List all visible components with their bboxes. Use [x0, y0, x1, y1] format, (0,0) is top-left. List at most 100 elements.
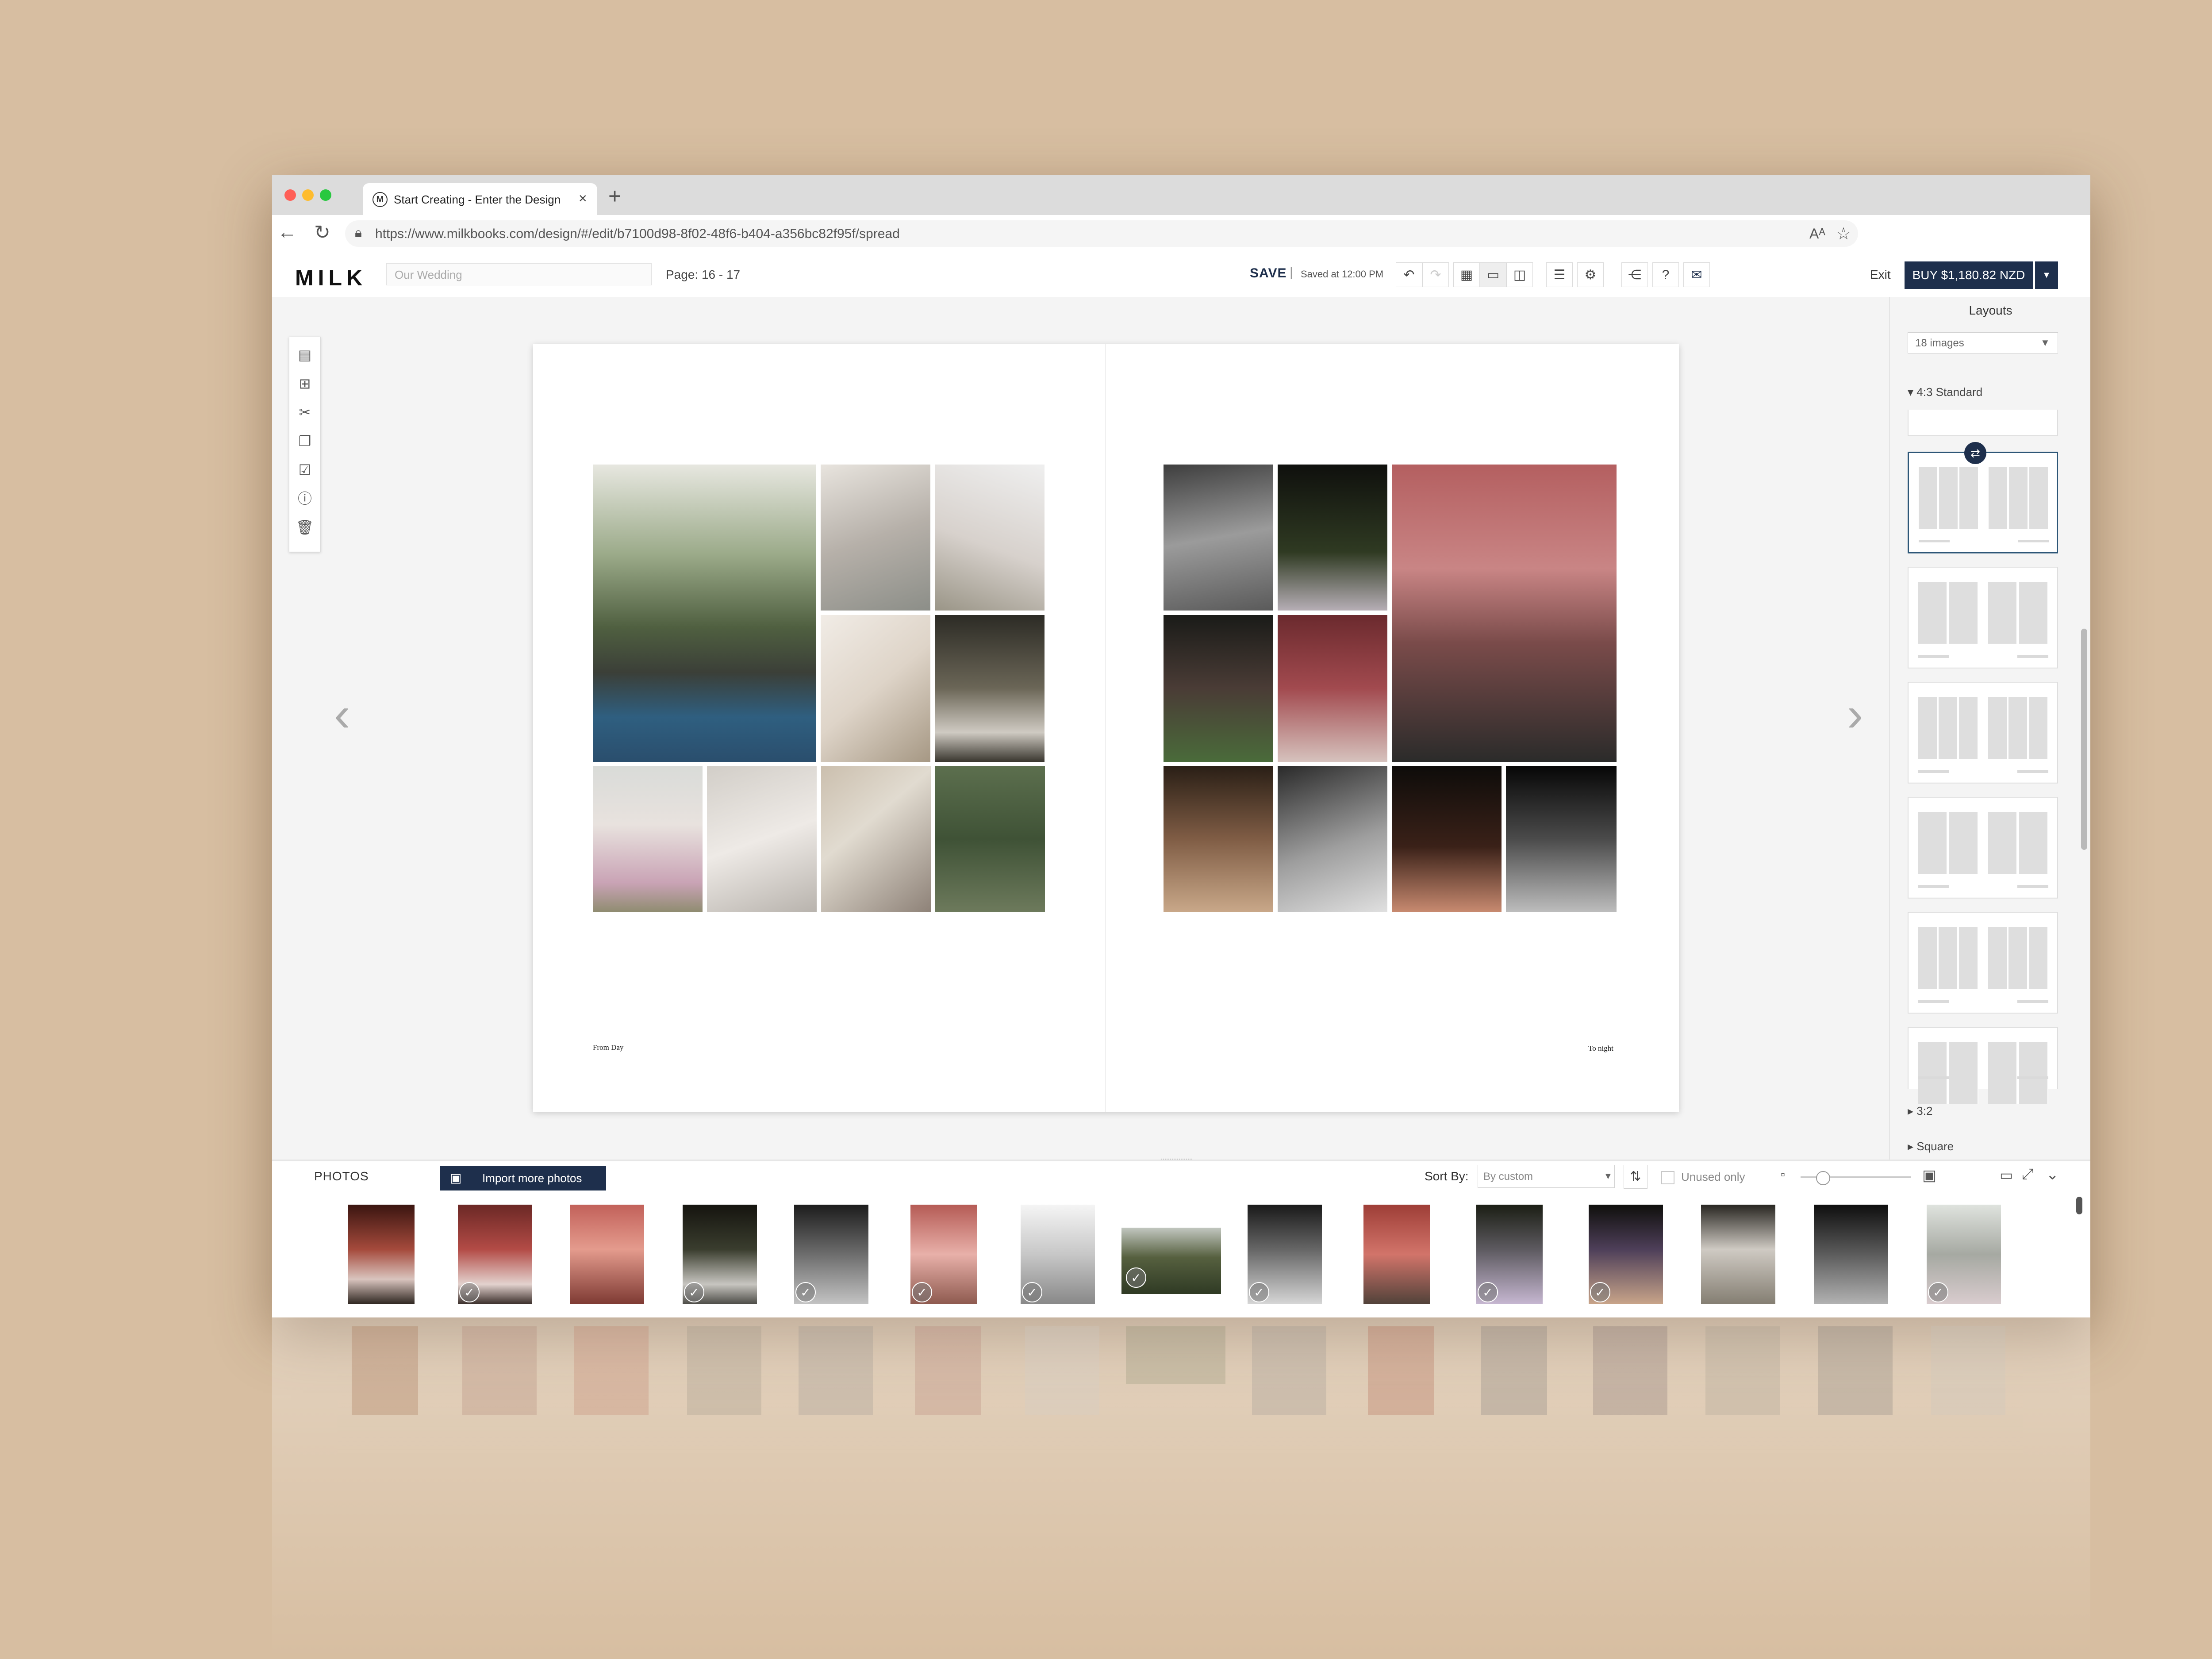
back-arrow-icon[interactable]: ← [277, 221, 297, 243]
photo-venue-night[interactable] [1392, 766, 1502, 912]
redo-icon[interactable]: ↷ [1422, 262, 1449, 287]
photo-thumbnail[interactable] [348, 1205, 415, 1304]
buy-dropdown-chevron-down-icon[interactable]: ▼ [2035, 261, 2058, 289]
book-title-input[interactable]: Our Wedding [386, 263, 652, 285]
photo-couple-seated[interactable] [1278, 615, 1387, 762]
minimize-window-button[interactable] [302, 189, 314, 201]
save-button[interactable]: SAVE [1250, 266, 1286, 281]
info-icon[interactable]: ⓘ [289, 485, 320, 512]
caption-right-page[interactable]: To night [1588, 1044, 1613, 1053]
tray-scrollbar[interactable] [2076, 1197, 2082, 1214]
photo-reception-guests[interactable] [1164, 766, 1273, 912]
layout-thumb[interactable] [1908, 797, 2058, 899]
photo-thumbnail[interactable] [1363, 1205, 1430, 1304]
image-count-select[interactable]: 18 images [1908, 332, 2058, 353]
buy-button[interactable]: BUY $1,180.82 NZD [1905, 261, 2033, 289]
browser-tab[interactable]: M Start Creating - Enter the Design × [363, 183, 597, 215]
photo-bride-bw[interactable] [1164, 465, 1273, 611]
photo-couple-dance-bw[interactable] [1506, 766, 1617, 912]
import-photos-button[interactable]: ▣ Import more photos [440, 1166, 606, 1190]
add-photo-frame-icon[interactable]: ⊞ [289, 370, 320, 397]
layouts-scrollbar[interactable] [2081, 629, 2087, 850]
photo-thumbnail[interactable] [1814, 1205, 1888, 1304]
close-tab-icon[interactable]: × [579, 190, 587, 207]
read-aloud-icon[interactable]: Aᴬ [1809, 226, 1825, 242]
expand-icon[interactable]: ⤢ [2022, 1166, 2034, 1183]
photo-invitation-flatlay[interactable] [821, 766, 931, 912]
maximize-window-button[interactable] [320, 189, 331, 201]
task-list-icon[interactable]: ☰ [1546, 262, 1573, 287]
photo-groom-garden[interactable] [1164, 615, 1273, 762]
tray-resize-handle[interactable] [1161, 1159, 1192, 1162]
crop-tool-icon[interactable]: ✂ [289, 399, 320, 426]
book-view-icon[interactable]: ◫ [1506, 262, 1533, 287]
sort-chevron-down-icon[interactable]: ▼ [1604, 1165, 1613, 1188]
check-layout-icon[interactable]: ☑ [289, 457, 320, 483]
photo-thumbnail[interactable] [1701, 1205, 1775, 1304]
close-window-button[interactable] [284, 189, 296, 201]
previous-page-chevron-left-icon[interactable]: ‹ [334, 686, 350, 742]
next-page-chevron-right-icon[interactable]: › [1847, 686, 1863, 742]
collapse-chevron-down-icon[interactable]: ⌄ [2046, 1166, 2059, 1183]
grid-view-icon[interactable]: ▦ [1453, 262, 1480, 287]
photo-thumbnail[interactable] [570, 1205, 644, 1304]
trash-icon[interactable]: 🗑︎ [289, 514, 320, 541]
layout-caption-bar [2017, 655, 2048, 658]
photo-couple-beach[interactable] [593, 766, 703, 912]
layout-thumb-partial[interactable] [1908, 410, 2058, 436]
photo-bride-gown[interactable] [935, 465, 1045, 611]
layout-thumb[interactable] [1908, 567, 2058, 668]
photo-thumbnail[interactable]: ✓ [794, 1205, 868, 1304]
photo-thumbnail[interactable]: ✓ [910, 1205, 977, 1304]
url-field[interactable]: 🔒︎ https://www.milkbooks.com/design/#/ed… [345, 220, 1858, 247]
layout-group-3-2[interactable]: ▸ 3:2 [1908, 1104, 1932, 1118]
settings-gear-icon[interactable]: ⚙ [1577, 262, 1604, 287]
new-tab-icon[interactable]: + [608, 183, 621, 209]
sort-select[interactable]: By custom [1478, 1165, 1615, 1188]
layout-thumb-partial[interactable] [1908, 1027, 2058, 1104]
photo-bride-hands[interactable] [707, 766, 817, 912]
reload-icon[interactable]: ↻ [314, 221, 330, 244]
layout-group-square[interactable]: ▸ Square [1908, 1140, 1954, 1153]
photo-thumbnail[interactable]: ✓ [1248, 1205, 1322, 1304]
photo-thumbnail[interactable]: ✓ [1589, 1205, 1663, 1304]
tray-view-icon[interactable]: ▭ [2000, 1167, 2013, 1183]
photo-bride-laughing-bw[interactable] [1278, 766, 1387, 912]
photo-thumbnail[interactable]: ✓ [1476, 1205, 1543, 1304]
zoom-small-image-icon[interactable]: ▫ [1781, 1167, 1785, 1182]
favorite-star-icon[interactable]: ☆ [1836, 224, 1851, 244]
photo-group-portrait[interactable] [593, 465, 816, 762]
exit-button[interactable]: Exit [1870, 268, 1891, 282]
photo-bride-night[interactable] [1278, 465, 1387, 611]
layout-group-standard[interactable]: ▾ 4:3 Standard [1908, 385, 1982, 399]
photo-thumbnail[interactable]: ✓ [458, 1205, 532, 1304]
photo-thumbnail[interactable]: ✓ [1021, 1205, 1095, 1304]
select-chevron-down-icon[interactable]: ▼ [2040, 332, 2050, 353]
milk-logo[interactable]: MILK [295, 265, 367, 291]
slider-handle[interactable] [1816, 1171, 1830, 1185]
photo-couple-curtains[interactable] [1392, 465, 1617, 762]
comments-icon[interactable]: ✉ [1683, 262, 1710, 287]
photo-groomsmen[interactable] [935, 766, 1045, 912]
sort-order-icon[interactable]: ⇅ [1624, 1165, 1647, 1189]
caption-left-page[interactable]: From Day [593, 1043, 623, 1052]
photo-ceremony-guests[interactable] [821, 465, 930, 611]
text-box-icon[interactable]: ▤ [289, 342, 320, 368]
photo-thumbnail[interactable]: ✓ [1927, 1205, 2001, 1304]
swap-layout-icon[interactable]: ⇄ [1964, 442, 1986, 464]
share-icon[interactable]: ⋲ [1621, 262, 1648, 287]
photos-tab[interactable]: PHOTOS [314, 1169, 369, 1183]
undo-icon[interactable]: ↶ [1396, 262, 1422, 287]
photo-couple-closeup[interactable] [821, 615, 930, 762]
zoom-large-image-icon[interactable]: ▣ [1922, 1167, 1936, 1184]
photo-thumbnail[interactable]: ✓ [683, 1205, 757, 1304]
copy-icon[interactable]: ❐ [289, 428, 320, 454]
photo-thumbnail[interactable]: ✓ [1121, 1228, 1221, 1294]
layout-thumb[interactable] [1908, 912, 2058, 1014]
unused-only-checkbox[interactable] [1661, 1171, 1674, 1184]
help-chat-icon[interactable]: ? [1652, 262, 1679, 287]
layout-thumb[interactable] [1908, 682, 2058, 783]
layout-thumb-selected[interactable] [1908, 452, 2058, 553]
photo-dress-hanging[interactable] [935, 615, 1045, 762]
spread-view-icon[interactable]: ▭ [1480, 262, 1506, 287]
